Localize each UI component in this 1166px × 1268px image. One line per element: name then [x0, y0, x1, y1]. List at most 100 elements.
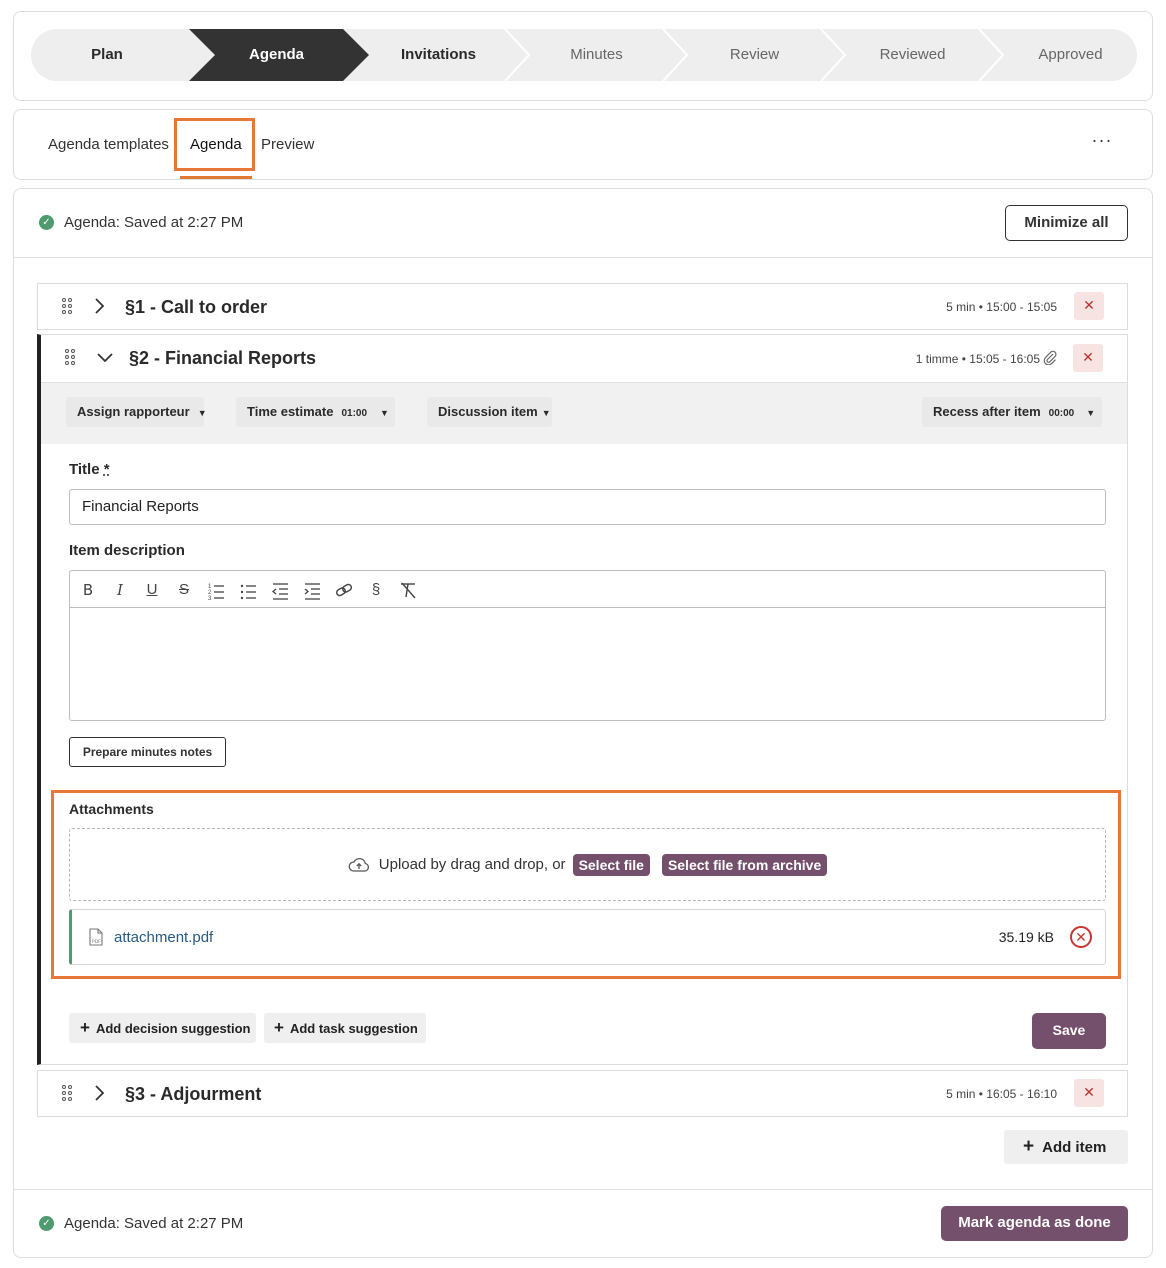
agenda-item-time: 5 min • 16:05 - 16:10: [946, 1087, 1057, 1101]
discussion-item-label: Discussion item: [438, 404, 538, 419]
workflow-stepper: Plan Agenda Invitations Minutes Review R…: [31, 29, 1137, 81]
time-estimate-dropdown[interactable]: Time estimate 01:00 ▼: [236, 397, 395, 427]
header-divider: [14, 257, 1152, 258]
step-minutes[interactable]: Minutes: [519, 29, 674, 81]
footer-divider: [14, 1189, 1152, 1190]
assign-rapporteur-label: Assign rapporteur: [77, 404, 190, 419]
plus-icon: +: [80, 1018, 90, 1037]
title-input[interactable]: Financial Reports: [69, 489, 1106, 525]
recess-value: 00:00: [1048, 408, 1075, 419]
delete-item-button[interactable]: ✕: [1074, 292, 1104, 320]
agenda-item-3[interactable]: §3 - Adjourment 5 min • 16:05 - 16:10 ✕: [37, 1070, 1128, 1117]
agenda-item-title[interactable]: §3 - Adjourment: [125, 1084, 261, 1105]
assign-rapporteur-dropdown[interactable]: Assign rapporteur ▼: [66, 397, 207, 427]
svg-text:3: 3: [208, 596, 212, 600]
tabs-card: Agenda templates Agenda Preview ···: [13, 109, 1153, 180]
step-agenda[interactable]: Agenda: [199, 29, 354, 81]
add-decision-label: Add decision suggestion: [95, 1021, 251, 1036]
title-label-text: Title: [69, 461, 100, 478]
tab-agenda-templates[interactable]: Agenda templates: [48, 136, 169, 153]
save-status-text: Agenda: Saved at 2:27 PM: [64, 214, 244, 231]
agenda-item-title[interactable]: §2 - Financial Reports: [129, 348, 316, 369]
editor-toolbar: B I U S 123 §: [70, 571, 1105, 608]
add-decision-suggestion-button[interactable]: + Add decision suggestion: [69, 1013, 256, 1043]
step-plan[interactable]: Plan: [31, 29, 183, 81]
attachment-row: PDF attachment.pdf 35.19 kB ✕: [69, 909, 1106, 965]
upload-instruction: Upload by drag and drop, or: [378, 856, 566, 873]
cloud-upload-icon: [348, 857, 369, 872]
agenda-item-time: 5 min • 15:00 - 15:05: [946, 300, 1057, 314]
delete-item-button[interactable]: ✕: [1073, 344, 1103, 372]
indent-icon[interactable]: [302, 580, 322, 600]
drag-handle-icon[interactable]: [62, 1085, 76, 1103]
title-label: Title *: [69, 461, 110, 478]
agenda-item-title[interactable]: §1 - Call to order: [125, 297, 267, 318]
drag-handle-icon[interactable]: [62, 298, 76, 316]
link-icon[interactable]: [334, 580, 354, 600]
italic-icon[interactable]: I: [110, 580, 130, 600]
description-label: Item description: [69, 542, 185, 559]
required-mark: *: [103, 461, 110, 478]
pdf-file-icon: PDF: [89, 928, 103, 946]
step-review[interactable]: Review: [677, 29, 832, 81]
add-item-button[interactable]: + Add item: [1004, 1130, 1128, 1164]
caret-down-icon: ▼: [1086, 408, 1096, 418]
add-item-label: Add item: [1042, 1139, 1107, 1156]
recess-after-item-dropdown[interactable]: Recess after item 00:00 ▼: [922, 397, 1102, 427]
prepare-minutes-notes-button[interactable]: Prepare minutes notes: [69, 737, 226, 767]
upload-dropzone[interactable]: Upload by drag and drop, or Select file …: [69, 828, 1106, 901]
footer-save-status: ✓ Agenda: Saved at 2:27 PM: [39, 1215, 243, 1232]
mark-agenda-done-button[interactable]: Mark agenda as done: [941, 1206, 1128, 1241]
attachment-file-size: 35.19 kB: [998, 929, 1054, 945]
ordered-list-icon[interactable]: 123: [206, 580, 226, 600]
delete-item-button[interactable]: ✕: [1074, 1079, 1104, 1107]
tab-agenda[interactable]: Agenda: [190, 136, 242, 153]
select-file-button[interactable]: Select file: [572, 853, 650, 876]
agenda-item-time: 1 timme • 15:05 - 16:05: [915, 352, 1040, 366]
time-estimate-label: Time estimate: [247, 404, 334, 419]
strikethrough-icon[interactable]: S: [174, 580, 194, 600]
chevron-down-icon[interactable]: [97, 352, 113, 362]
plus-icon: +: [1023, 1136, 1035, 1157]
attachment-file-link[interactable]: attachment.pdf: [114, 929, 213, 946]
caret-down-icon: ▼: [541, 408, 551, 418]
step-reviewed[interactable]: Reviewed: [835, 29, 990, 81]
discussion-item-dropdown[interactable]: Discussion item ▼: [427, 397, 552, 427]
save-button[interactable]: Save: [1032, 1013, 1106, 1049]
active-tab-indicator: [180, 176, 252, 179]
bullet-list-icon[interactable]: [238, 580, 258, 600]
drag-handle-icon[interactable]: [65, 349, 79, 367]
chevron-right-icon[interactable]: [94, 1085, 104, 1101]
add-task-suggestion-button[interactable]: + Add task suggestion: [264, 1013, 426, 1043]
footer-save-status-text: Agenda: Saved at 2:27 PM: [64, 1215, 244, 1232]
item-options-bar: Assign rapporteur ▼ Time estimate 01:00 ▼ D…: [41, 382, 1127, 444]
description-editor[interactable]: B I U S 123 §: [69, 570, 1106, 721]
recess-label: Recess after item: [933, 404, 1041, 419]
tab-preview[interactable]: Preview: [261, 136, 314, 153]
minimize-all-button[interactable]: Minimize all: [1005, 205, 1128, 241]
outdent-icon[interactable]: [270, 580, 290, 600]
agenda-editor-card: ✓ Agenda: Saved at 2:27 PM Minimize all …: [13, 188, 1153, 1258]
agenda-item-1[interactable]: §1 - Call to order 5 min • 15:00 - 15:05…: [37, 283, 1128, 330]
bold-icon[interactable]: B: [78, 580, 98, 600]
remove-attachment-icon[interactable]: ✕: [1070, 926, 1092, 948]
ellipsis-icon[interactable]: ···: [1090, 131, 1114, 156]
step-approved[interactable]: Approved: [993, 29, 1148, 81]
section-icon[interactable]: §: [366, 580, 386, 600]
check-circle-icon: ✓: [39, 215, 54, 230]
clear-format-icon[interactable]: [398, 580, 418, 600]
select-from-archive-button[interactable]: Select file from archive: [661, 853, 828, 876]
add-task-label: Add task suggestion: [289, 1021, 418, 1036]
svg-text:PDF: PDF: [92, 939, 101, 945]
time-estimate-value: 01:00: [341, 408, 368, 419]
caret-down-icon: ▼: [380, 408, 389, 418]
step-invitations[interactable]: Invitations: [361, 29, 516, 81]
underline-icon[interactable]: U: [142, 580, 162, 600]
caret-down-icon: ▼: [197, 408, 207, 418]
attachments-label: Attachments: [69, 801, 154, 817]
agenda-item-2-expanded: §2 - Financial Reports 1 timme • 15:05 -…: [37, 334, 1128, 1065]
workflow-stepper-card: Plan Agenda Invitations Minutes Review R…: [13, 11, 1153, 101]
chevron-right-icon[interactable]: [94, 298, 104, 314]
check-circle-icon: ✓: [39, 1216, 54, 1231]
save-status: ✓ Agenda: Saved at 2:27 PM: [39, 214, 243, 231]
